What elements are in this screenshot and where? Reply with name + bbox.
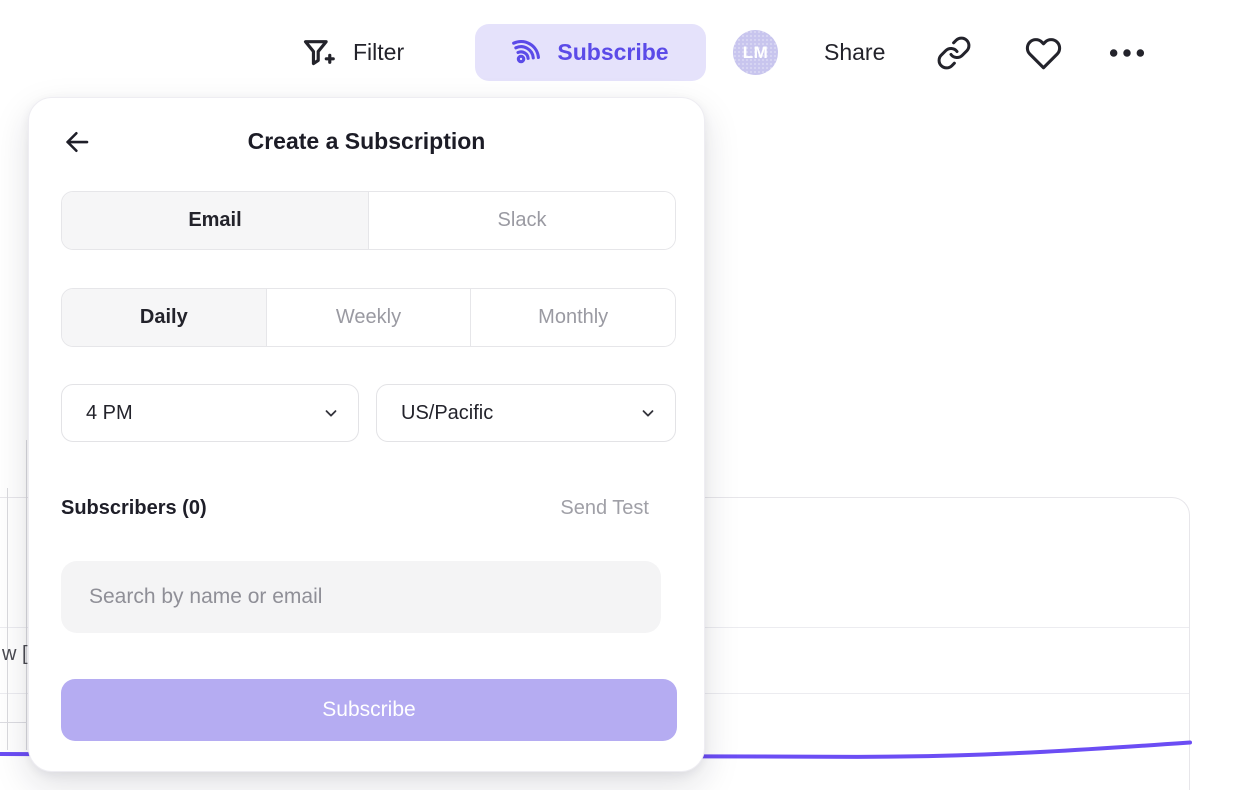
send-test-button[interactable]: Send Test [560,497,649,520]
subscriber-search-input[interactable] [61,561,661,633]
rss-icon [512,37,543,68]
subscribe-label: Subscribe [557,39,668,66]
time-select-value: 4 PM [86,402,133,425]
subscribe-button[interactable]: Subscribe [475,24,706,81]
background-column-divider [7,488,8,750]
subscribe-submit-button[interactable]: Subscribe [61,679,677,741]
avatar-initials: LM [743,43,769,63]
filter-label: Filter [353,39,404,66]
tab-daily[interactable]: Daily [62,289,266,346]
favorite-button[interactable] [1023,33,1063,73]
tab-email[interactable]: Email [62,192,368,249]
timezone-select-value: US/Pacific [401,402,493,425]
filter-plus-icon [300,35,338,69]
dashboard-screen: w [ Filter Subscribe LM Share [0,0,1234,790]
tab-slack[interactable]: Slack [368,192,675,249]
filter-button[interactable]: Filter [300,26,404,78]
background-axis-line [26,440,27,750]
tab-monthly[interactable]: Monthly [470,289,675,346]
background-row-divider [0,722,27,723]
share-button[interactable]: Share [824,26,885,78]
avatar[interactable]: LM [733,30,778,75]
tab-weekly[interactable]: Weekly [266,289,471,346]
frequency-tabs: Daily Weekly Monthly [61,288,676,347]
channel-tabs: Email Slack [61,191,676,250]
clipped-background-text: w [ [2,643,28,666]
time-select[interactable]: 4 PM [61,384,359,442]
chevron-down-icon [639,404,657,422]
chevron-down-icon [322,404,340,422]
link-icon [936,35,972,71]
ellipsis-icon [1107,41,1147,65]
share-label: Share [824,39,885,66]
heart-icon [1025,35,1062,72]
more-options-button[interactable] [1106,33,1148,73]
create-subscription-modal: Create a Subscription Email Slack Daily … [28,97,705,772]
modal-title: Create a Subscription [29,128,704,155]
timezone-select[interactable]: US/Pacific [376,384,676,442]
subscribers-heading: Subscribers (0) [61,497,207,520]
copy-link-button[interactable] [934,33,974,73]
